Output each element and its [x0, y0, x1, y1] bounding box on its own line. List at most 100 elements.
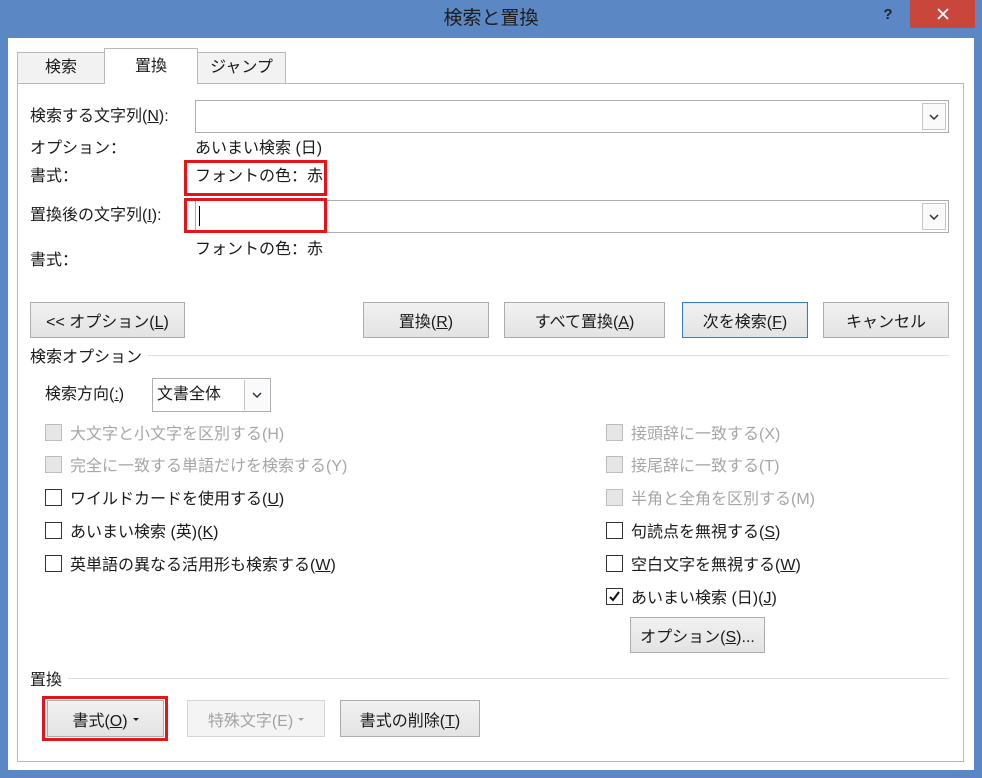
button-label: キャンセル [845, 314, 926, 331]
find-next-button[interactable]: 次を検索(F) [682, 302, 808, 338]
replace-all-button[interactable]: すべて置換(A) [504, 302, 665, 338]
dropdown-arrow-icon [132, 718, 139, 721]
checkbox-box[interactable] [45, 554, 62, 572]
checkbox-match-prefix[interactable]: 接頭辞に一致する(X) [606, 421, 780, 443]
find-format-value: フォントの色：赤 [195, 168, 324, 185]
checkbox-label: ワイルドカードを使用する(U) [70, 491, 285, 508]
close-icon [936, 8, 949, 20]
title-bar[interactable]: 検索と置換 ? [0, 0, 982, 38]
group-divider [148, 354, 949, 356]
button-label: 書式(O) [72, 712, 128, 730]
mnemonic-key: S [764, 524, 776, 541]
checkbox-ignore-whitespace[interactable]: 空白文字を無視する(W) [606, 552, 801, 574]
checkbox-ignore-punctuation[interactable]: 句読点を無視する(S) [606, 519, 780, 541]
group-divider [68, 677, 949, 679]
mnemonic-key: W [780, 557, 796, 574]
clear-formatting-button[interactable]: 書式の削除(T) [340, 700, 480, 737]
chevron-down-icon [252, 392, 262, 398]
tab-replace[interactable]: 置換 [104, 48, 198, 84]
replace-format-label: 書式： [30, 252, 79, 269]
checkbox-wildcards[interactable]: ワイルドカードを使用する(U) [45, 486, 284, 508]
checkbox-whole-words[interactable]: 完全に一致する単語だけを検索する(Y) [45, 453, 347, 475]
button-label: 書式の削除(T) [359, 712, 461, 730]
mnemonic-key: U [267, 491, 279, 508]
tab-goto[interactable]: ジャンプ [197, 52, 286, 83]
checkbox-box[interactable] [45, 423, 62, 441]
search-options-heading: 検索オプション [30, 349, 143, 366]
button-label: オプション(S)... [640, 629, 755, 646]
replace-with-input[interactable] [200, 204, 900, 229]
text-cursor [199, 206, 200, 226]
checkbox-box[interactable] [606, 521, 623, 539]
dropdown-arrow-icon [298, 718, 305, 721]
search-direction-label: 検索方向(:) [45, 386, 125, 403]
mnemonic-key: K [202, 524, 214, 541]
checkbox-box[interactable] [606, 488, 623, 506]
tab-find[interactable]: 検索 [17, 52, 105, 83]
mnemonic-key: A [618, 314, 629, 331]
search-direction-select[interactable]: 文書全体 [152, 378, 271, 412]
replace-with-label: 置換後の文字列(I): [30, 207, 162, 224]
checkbox-fuzzy-english[interactable]: あいまい検索 (英)(K) [45, 519, 218, 541]
checkbox-box[interactable] [606, 455, 623, 473]
checkbox-word-forms[interactable]: 英単語の異なる活用形も検索する(W) [45, 552, 336, 574]
checkbox-box[interactable] [45, 521, 62, 539]
checkbox-box[interactable] [45, 488, 62, 506]
checkbox-fuzzy-japanese[interactable]: あいまい検索 (日)(J) [606, 585, 777, 607]
checkbox-box[interactable] [45, 455, 62, 473]
checkbox-match-suffix[interactable]: 接尾辞に一致する(T) [606, 453, 779, 475]
checkmark-icon [609, 590, 620, 602]
replace-heading: 置換 [30, 672, 63, 689]
mnemonic-key: I [147, 207, 152, 224]
chevron-down-icon [929, 113, 939, 120]
mnemonic-key: W [315, 557, 331, 574]
mnemonic-key: S [725, 629, 737, 646]
cancel-button[interactable]: キャンセル [823, 302, 949, 338]
checkbox-label: あいまい検索 (英)(K) [70, 524, 219, 541]
checkbox-box[interactable] [606, 587, 623, 605]
find-what-label: 検索する文字列(N): [30, 108, 169, 125]
search-direction-dropdown-button[interactable] [244, 380, 269, 410]
less-options-button[interactable]: << オプション(L) [30, 302, 185, 338]
mnemonic-key: L [154, 314, 164, 331]
find-format-label: 書式： [30, 168, 79, 185]
button-label: 特殊文字(E) [207, 712, 294, 730]
button-label: << オプション(L) [46, 314, 169, 331]
replace-with-dropdown-button[interactable] [922, 203, 946, 230]
mnemonic-key: : [114, 386, 119, 403]
checkbox-label: 大文字と小文字を区別する(H) [70, 426, 285, 443]
format-button[interactable]: 書式(O) [47, 700, 164, 737]
mnemonic-key: T [445, 712, 455, 730]
checkbox-label: 接頭辞に一致する(X) [631, 426, 781, 443]
button-label: すべて置換(A) [534, 314, 635, 331]
checkbox-label: 英単語の異なる活用形も検索する(W) [70, 557, 336, 574]
search-options-group-header: 検索オプション [30, 345, 949, 366]
replace-button[interactable]: 置換(R) [363, 302, 489, 338]
button-label: 次を検索(F) [702, 314, 788, 331]
mnemonic-key: R [436, 314, 448, 331]
checkbox-label: 接尾辞に一致する(T) [631, 458, 780, 475]
checkbox-match-width[interactable]: 半角と全角を区別する(M) [606, 486, 815, 508]
special-characters-button[interactable]: 特殊文字(E) [187, 700, 325, 737]
checkbox-label: 空白文字を無視する(W) [631, 557, 801, 574]
replace-format-value: フォントの色：赤 [195, 241, 324, 258]
help-button[interactable]: ? [876, 3, 900, 27]
checkbox-box[interactable] [606, 554, 623, 572]
close-button[interactable] [910, 0, 975, 28]
chevron-down-icon [929, 213, 939, 220]
fuzzy-options-button[interactable]: オプション(S)... [630, 617, 765, 653]
checkbox-label: あいまい検索 (日)(J) [631, 590, 777, 607]
search-direction-value: 文書全体 [157, 386, 222, 403]
checkbox-match-case[interactable]: 大文字と小文字を区別する(H) [45, 421, 284, 443]
checkbox-label: 半角と全角を区別する(M) [631, 491, 815, 508]
checkbox-box[interactable] [606, 423, 623, 441]
button-label: 置換(R) [398, 314, 454, 331]
replace-with-combobox[interactable] [195, 200, 949, 233]
find-what-input[interactable] [200, 104, 900, 129]
checkbox-label: 句読点を無視する(S) [631, 524, 781, 541]
find-what-dropdown-button[interactable] [922, 103, 946, 130]
find-what-combobox[interactable] [195, 100, 949, 133]
checkbox-label: 完全に一致する単語だけを検索する(Y) [70, 458, 348, 475]
window-title: 検索と置換 [443, 8, 539, 29]
mnemonic-key: N [147, 108, 159, 125]
